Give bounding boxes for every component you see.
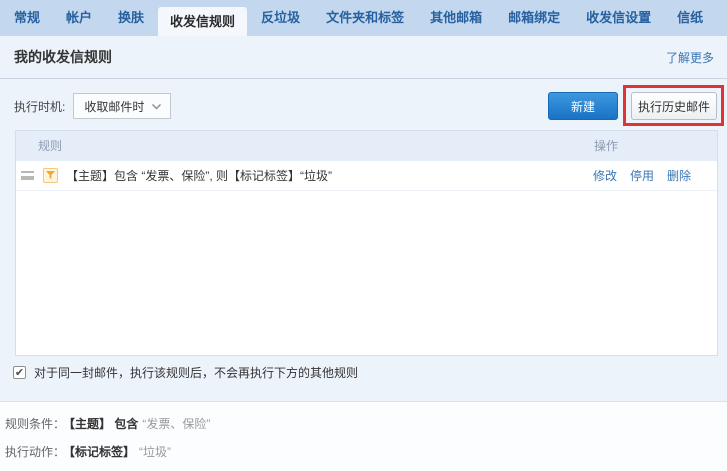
toolbar-buttons: 新建 执行历史邮件 <box>548 92 717 120</box>
rule-condition-field: 【主题】 包含 <box>69 417 138 431</box>
chevron-down-icon <box>151 99 162 113</box>
rule-action-label: 执行动作： <box>5 445 65 459</box>
history-button-wrap: 执行历史邮件 <box>631 92 717 120</box>
tab-skin[interactable]: 换肤 <box>118 0 144 36</box>
drag-handle-icon[interactable] <box>21 171 34 180</box>
tab-antispam[interactable]: 反垃圾 <box>261 0 300 36</box>
rule-condition-line: 规则条件： 【主题】 包含 “发票、保险” <box>5 415 727 432</box>
rules-content: 我的收发信规则 了解更多 执行时机: 收取邮件时 新建 执行历史邮件 <box>0 36 727 401</box>
rule-row: 【主题】包含 “发票、保险”, 则【标记标签】“垃圾” 修改 停用 删除 <box>16 161 717 191</box>
rule-column-header: 规则 <box>38 131 62 161</box>
rules-table: 规则 操作 【主题】包含 “发票、保险”, 则【标记标签】“垃圾” 修改 停用 … <box>15 130 718 356</box>
stop-other-rules-checkbox[interactable]: ✔ <box>13 366 26 379</box>
tab-general[interactable]: 常规 <box>14 0 40 36</box>
action-column-header: 操作 <box>594 131 618 161</box>
modify-rule-link[interactable]: 修改 <box>593 167 617 184</box>
rule-row-actions: 修改 停用 删除 <box>593 167 691 184</box>
mail-settings-page: 常规 帐户 换肤 收发信规则 反垃圾 文件夹和标签 其他邮箱 邮箱绑定 收发信设… <box>0 0 727 471</box>
new-rule-button[interactable]: 新建 <box>548 92 618 120</box>
timing-select-value: 收取邮件时 <box>84 98 144 115</box>
rules-table-body: 【主题】包含 “发票、保险”, 则【标记标签】“垃圾” 修改 停用 删除 <box>16 161 717 355</box>
rules-toolbar: 执行时机: 收取邮件时 新建 执行历史邮件 <box>0 79 727 120</box>
stop-other-rules-label: 对于同一封邮件，执行该规则后，不会再执行下方的其他规则 <box>34 364 358 381</box>
rule-condition-label: 规则条件： <box>5 417 65 431</box>
rule-action-line: 执行动作： 【标记标签】 “垃圾” <box>5 443 727 460</box>
rule-action-field: 【标记标签】 <box>69 445 135 459</box>
tab-mailbox-binding[interactable]: 邮箱绑定 <box>508 0 560 36</box>
rule-action-value: “垃圾” <box>139 445 171 459</box>
funnel-filter-icon <box>43 168 58 183</box>
tab-send-receive-settings[interactable]: 收发信设置 <box>586 0 651 36</box>
disable-rule-link[interactable]: 停用 <box>630 167 654 184</box>
tab-other-mailboxes[interactable]: 其他邮箱 <box>430 0 482 36</box>
tab-account[interactable]: 帐户 <box>66 0 92 36</box>
rules-table-header: 规则 操作 <box>16 131 717 161</box>
rule-summary: 规则条件： 【主题】 包含 “发票、保险” 执行动作： 【标记标签】 “垃圾” <box>0 401 727 471</box>
tab-folders-labels[interactable]: 文件夹和标签 <box>326 0 404 36</box>
delete-rule-link[interactable]: 删除 <box>667 167 691 184</box>
settings-tabbar: 常规 帐户 换肤 收发信规则 反垃圾 文件夹和标签 其他邮箱 邮箱绑定 收发信设… <box>0 0 727 36</box>
rule-condition-value: “发票、保险” <box>142 417 210 431</box>
learn-more-link[interactable]: 了解更多 <box>666 49 714 66</box>
run-history-mail-button[interactable]: 执行历史邮件 <box>631 92 717 120</box>
timing-select[interactable]: 收取邮件时 <box>73 93 171 119</box>
rule-description: 【主题】包含 “发票、保险”, 则【标记标签】“垃圾” <box>66 167 332 184</box>
page-title: 我的收发信规则 <box>14 47 112 67</box>
timing-label: 执行时机: <box>14 98 65 115</box>
tab-mail-rules[interactable]: 收发信规则 <box>158 7 247 36</box>
tab-stationery[interactable]: 信纸 <box>677 0 703 36</box>
section-header: 我的收发信规则 了解更多 <box>0 36 727 78</box>
stop-other-rules-row: ✔ 对于同一封邮件，执行该规则后，不会再执行下方的其他规则 <box>0 364 727 381</box>
